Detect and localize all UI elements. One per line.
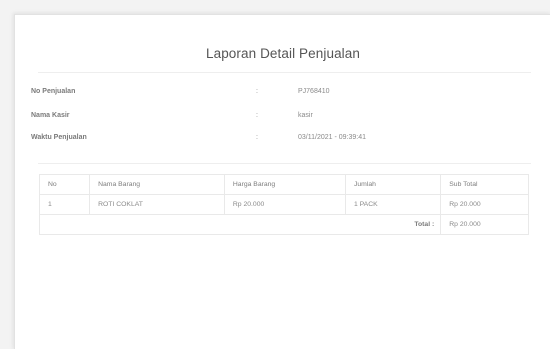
info-value: PJ768410 bbox=[298, 88, 330, 95]
table-row: 1 ROTI COKLAT Rp 20.000 1 PACK Rp 20.000 bbox=[38, 194, 529, 215]
detail-table: No Nama Barang Harga Barang Jumlah Sub T… bbox=[38, 174, 529, 235]
report-card: Laporan Detail Penjualan No Penjualan : … bbox=[14, 14, 550, 349]
header-sub-total: Sub Total bbox=[440, 174, 529, 195]
info-label: No Penjualan bbox=[31, 88, 76, 95]
info-row-no-penjualan: No Penjualan : PJ768410 bbox=[31, 88, 531, 102]
cell-harga-barang: Rp 20.000 bbox=[223, 194, 346, 215]
total-row: Total : Rp 20.000 bbox=[38, 214, 529, 235]
info-colon: : bbox=[256, 112, 258, 119]
info-value: kasir bbox=[298, 112, 313, 119]
info-row-nama-kasir: Nama Kasir : kasir bbox=[31, 112, 531, 126]
header-jumlah: Jumlah bbox=[344, 174, 442, 195]
report-title: Laporan Detail Penjualan bbox=[205, 46, 360, 61]
total-value: Rp 20.000 bbox=[440, 214, 529, 235]
cell-nama-barang: ROTI COKLAT bbox=[89, 194, 225, 215]
info-row-waktu-penjualan: Waktu Penjualan : 03/11/2021 - 09:39:41 bbox=[31, 134, 531, 148]
header-nama-barang: Nama Barang bbox=[89, 174, 225, 195]
header-harga-barang: Harga Barang bbox=[223, 174, 346, 195]
cell-no: 1 bbox=[38, 194, 91, 215]
header-no: No bbox=[38, 174, 91, 195]
info-divider bbox=[38, 163, 531, 164]
info-colon: : bbox=[256, 134, 258, 141]
cell-jumlah: 1 PACK bbox=[344, 194, 442, 215]
title-divider bbox=[38, 72, 531, 73]
info-label: Nama Kasir bbox=[31, 112, 70, 119]
page-background: Laporan Detail Penjualan No Penjualan : … bbox=[0, 0, 550, 349]
total-label: Total : bbox=[38, 214, 442, 235]
info-value: 03/11/2021 - 09:39:41 bbox=[298, 134, 366, 141]
info-colon: : bbox=[256, 88, 258, 95]
info-label: Waktu Penjualan bbox=[31, 134, 87, 141]
cell-sub-total: Rp 20.000 bbox=[440, 194, 529, 215]
table-header-row: No Nama Barang Harga Barang Jumlah Sub T… bbox=[38, 174, 529, 195]
